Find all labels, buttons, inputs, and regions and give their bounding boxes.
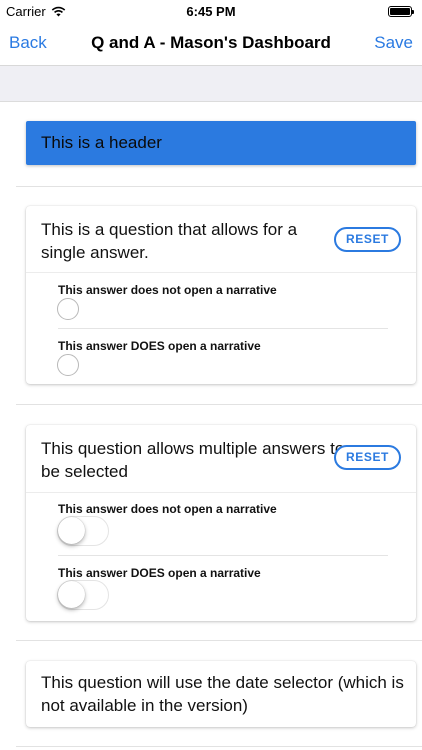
reset-button[interactable]: RESET [334,445,401,470]
toggle-knob [58,517,85,544]
section-divider [16,404,422,405]
section-divider [16,640,422,641]
status-time: 6:45 PM [186,4,236,19]
save-button[interactable]: Save [374,33,413,53]
section-band [0,66,422,102]
question-text: This question will use the date selector… [41,673,404,715]
header-block: This is a header [26,121,416,165]
question-text: This is a question that allows for a sin… [41,220,298,262]
toggle-switch[interactable] [57,516,109,546]
answer-label: This answer does not open a narrative [58,283,277,297]
question-card-single: This is a question that allows for a sin… [26,206,416,384]
toggle-knob [58,581,85,608]
radio-button[interactable] [57,298,79,320]
reset-button[interactable]: RESET [334,227,401,252]
status-bar: Carrier 6:45 PM [0,0,422,22]
toggle-switch[interactable] [57,580,109,610]
page-title: Q and A - Mason's Dashboard [91,33,331,52]
question-card-date: This question will use the date selector… [26,661,416,727]
question-card-multiple: This question allows multiple answers to… [26,425,416,621]
section-divider [16,186,422,187]
card-divider [26,272,416,273]
header-text: This is a header [41,133,162,152]
battery-icon [388,6,414,17]
card-divider [26,492,416,493]
answer-label: This answer DOES open a narrative [58,339,261,353]
question-text: This question allows multiple answers to… [41,439,345,481]
answer-divider [58,328,388,329]
answer-label: This answer DOES open a narrative [58,566,261,580]
answer-divider [58,555,388,556]
radio-button[interactable] [57,354,79,376]
answer-label: This answer does not open a narrative [58,502,277,516]
section-divider [16,746,422,747]
navigation-bar: Back Q and A - Mason's Dashboard Save [0,22,422,66]
